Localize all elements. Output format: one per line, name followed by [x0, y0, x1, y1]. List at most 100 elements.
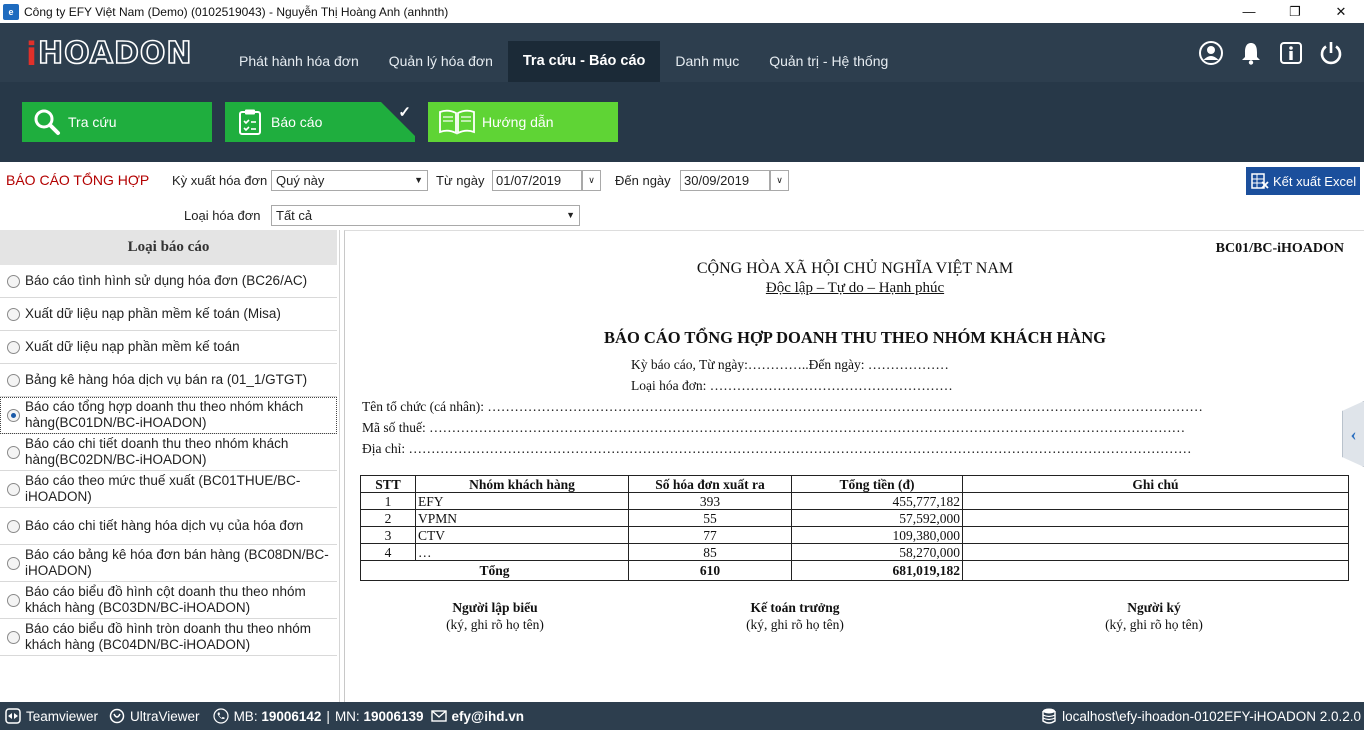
sub-toolbar: Tra cứu Báo cáo ✓ Hướng dẫn: [0, 82, 1364, 162]
radio-button[interactable]: [7, 373, 20, 387]
radio-button[interactable]: [7, 307, 20, 321]
database-icon: [1042, 708, 1058, 724]
report-type-item[interactable]: Báo cáo chi tiết hàng hóa dịch vụ của hó…: [0, 508, 337, 545]
report-button-label: Báo cáo: [271, 114, 323, 130]
signature-signer: Người ký (ký, ghi rõ họ tên): [1105, 600, 1203, 632]
search-button[interactable]: Tra cứu: [22, 102, 212, 142]
status-separator: |: [326, 708, 330, 724]
support-email[interactable]: efy@ihd.vn: [430, 707, 524, 725]
collapse-panel-tab[interactable]: ‹: [1342, 401, 1364, 467]
clipboard-icon: [235, 107, 265, 137]
main-nav: Phát hành hóa đơn Quản lý hóa đơn Tra cứ…: [224, 41, 903, 82]
to-date-label: Đến ngày: [615, 173, 671, 188]
chevron-down-icon: ▼: [566, 210, 575, 220]
report-type-line: Loại hóa đơn: ………………………………………………: [631, 378, 953, 393]
radio-button[interactable]: [7, 340, 20, 354]
report-type-heading: Loại báo cáo: [0, 230, 337, 265]
info-icon[interactable]: [1278, 40, 1304, 66]
radio-button[interactable]: [7, 274, 20, 288]
user-icon[interactable]: [1198, 40, 1224, 66]
signature-preparer: Người lập biểu (ký, ghi rõ họ tên): [446, 600, 544, 632]
restore-button[interactable]: ❐: [1272, 0, 1318, 23]
table-row: 4 … 85 58,270,000: [360, 543, 1349, 561]
close-button[interactable]: ✕: [1318, 0, 1364, 23]
report-type-panel: Loại báo cáo Báo cáo tình hình sử dụng h…: [0, 230, 340, 702]
radio-button[interactable]: [7, 519, 20, 533]
col-header: Tổng tiền (đ): [791, 475, 963, 493]
app-icon: e: [3, 3, 19, 20]
report-type-item-selected[interactable]: Báo cáo tổng hợp doanh thu theo nhóm khá…: [0, 397, 337, 434]
report-type-item[interactable]: Báo cáo tình hình sử dụng hóa đơn (BC26/…: [0, 265, 337, 298]
guide-button[interactable]: Hướng dẫn: [428, 102, 618, 142]
report-tax-line: Mã số thuế: ……………………………………………………………………………: [362, 420, 1186, 435]
minimize-button[interactable]: —: [1226, 0, 1272, 23]
report-nation: CỘNG HÒA XÃ HỘI CHỦ NGHĨA VIỆT NAM: [696, 260, 1014, 277]
report-type-item[interactable]: Bảng kê hàng hóa dịch vụ bán ra (01_1/GT…: [0, 364, 337, 397]
window-titlebar: e Công ty EFY Việt Nam (Demo) (010251904…: [0, 0, 1364, 23]
report-address-line: Địa chỉ: ……………………………………………………………………………………: [362, 441, 1192, 456]
col-header: Nhóm khách hàng: [415, 475, 629, 493]
check-icon: ✓: [398, 104, 411, 121]
excel-icon: [1251, 172, 1269, 190]
report-period-line: Kỳ báo cáo, Từ ngày:…………..Đến ngày: ……………: [631, 357, 949, 372]
period-select[interactable]: Quý này ▼: [271, 170, 428, 191]
mail-icon: [430, 707, 448, 725]
report-table: STT Nhóm khách hàng Số hóa đơn xuất ra T…: [360, 475, 1349, 581]
filter-bar: BÁO CÁO TỔNG HỢP Kỳ xuất hóa đơn Quý này…: [0, 162, 1364, 230]
tab-quan-ly-hoa-don[interactable]: Quản lý hóa đơn: [374, 41, 508, 82]
power-icon[interactable]: [1318, 40, 1344, 66]
invoice-type-select[interactable]: Tất cả ▼: [271, 205, 580, 226]
from-date-label: Từ ngày: [436, 173, 485, 188]
search-button-label: Tra cứu: [68, 114, 117, 130]
radio-button[interactable]: [7, 593, 20, 607]
col-header: STT: [360, 475, 416, 493]
report-type-item[interactable]: Xuất dữ liệu nạp phần mềm kế toán: [0, 331, 337, 364]
table-row: 2 VPMN 55 57,592,000: [360, 509, 1349, 527]
tab-phat-hanh-hoa-don[interactable]: Phát hành hóa đơn: [224, 41, 374, 82]
report-type-item[interactable]: Xuất dữ liệu nạp phần mềm kế toán (Misa): [0, 298, 337, 331]
to-date-picker-button[interactable]: ∨: [770, 170, 789, 191]
radio-button[interactable]: [7, 445, 20, 459]
from-date-picker-button[interactable]: ∨: [582, 170, 601, 191]
teamviewer-link[interactable]: Teamviewer: [4, 707, 98, 725]
chevron-down-icon: ∨: [588, 175, 595, 185]
from-date-input[interactable]: 01/07/2019: [492, 170, 582, 191]
table-row: 3 CTV 77 109,380,000: [360, 526, 1349, 544]
table-row: 1 EFY 393 455,777,182: [360, 492, 1349, 510]
bell-icon[interactable]: [1238, 40, 1264, 66]
report-type-item[interactable]: Báo cáo biểu đồ hình tròn doanh thu theo…: [0, 619, 337, 656]
database-info: localhost\efy-ihoadon-0102EFY-iHOADON 2.…: [1042, 702, 1361, 730]
col-header: Số hóa đơn xuất ra: [628, 475, 792, 493]
radio-button[interactable]: [7, 482, 20, 496]
radio-button[interactable]: [7, 556, 20, 570]
export-excel-button[interactable]: Kết xuất Excel: [1246, 167, 1360, 195]
status-bar: Teamviewer UltraViewer MB: 19006142 | MN…: [0, 702, 1364, 730]
tab-quan-tri-he-thong[interactable]: Quản trị - Hệ thống: [754, 41, 903, 82]
hotline-mn: MN: 19006139: [334, 708, 424, 724]
top-header: i HOADON Phát hành hóa đơn Quản lý hóa đơ…: [0, 23, 1364, 82]
invoice-type-label: Loại hóa đơn: [184, 208, 261, 223]
report-motto: Độc lập – Tự do – Hạnh phúc: [765, 280, 945, 296]
report-button[interactable]: Báo cáo ✓: [225, 102, 415, 142]
signature-chief-accountant: Kế toán trưởng (ký, ghi rõ họ tên): [746, 600, 844, 632]
table-header-row: STT Nhóm khách hàng Số hóa đơn xuất ra T…: [360, 475, 1349, 493]
period-label: Kỳ xuất hóa đơn: [172, 173, 268, 188]
report-type-item[interactable]: Báo cáo chi tiết doanh thu theo nhóm khá…: [0, 434, 337, 471]
to-date-input[interactable]: 30/09/2019: [680, 170, 770, 191]
report-code: BC01/BC-iHOADON: [1215, 241, 1344, 256]
ihoadon-logo[interactable]: i HOADON: [26, 38, 193, 70]
chevron-left-icon: ‹: [1350, 423, 1357, 444]
table-total-row: Tổng 610 681,019,182: [360, 560, 1349, 581]
report-type-item[interactable]: Báo cáo theo mức thuế xuất (BC01THUE/BC-…: [0, 471, 337, 508]
radio-button-checked[interactable]: [7, 408, 20, 422]
tab-tra-cuu-bao-cao[interactable]: Tra cứu - Báo cáo: [507, 41, 661, 82]
teamviewer-icon: [4, 707, 22, 725]
guide-button-label: Hướng dẫn: [482, 114, 554, 130]
hotline-mb: MB: 19006142: [212, 707, 321, 725]
ultraviewer-link[interactable]: UltraViewer: [108, 707, 200, 725]
tab-danh-muc[interactable]: Danh mục: [660, 41, 754, 82]
report-type-item[interactable]: Báo cáo biểu đồ hình cột doanh thu theo …: [0, 582, 337, 619]
report-title: BÁO CÁO TỔNG HỢP DOANH THU THEO NHÓM KHÁ…: [604, 328, 1106, 347]
radio-button[interactable]: [7, 630, 20, 644]
report-type-item[interactable]: Báo cáo bảng kê hóa đơn bán hàng (BC08DN…: [0, 545, 337, 582]
